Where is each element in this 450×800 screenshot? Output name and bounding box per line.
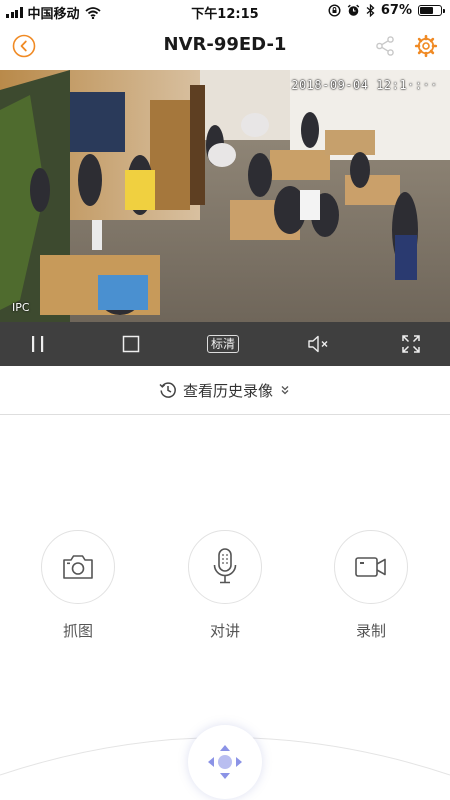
snapshot-label: 抓图 xyxy=(62,622,93,640)
battery-percent: 67% xyxy=(380,3,412,18)
gear-icon xyxy=(414,34,438,58)
fullscreen-button[interactable] xyxy=(399,332,423,356)
video-timestamp: 2018-09-04 12:1·:·· xyxy=(291,78,438,92)
record-button[interactable] xyxy=(334,530,408,604)
view-history-label: 查看历史录像 xyxy=(182,381,273,400)
mute-button[interactable] xyxy=(306,332,332,356)
channel-label: IPC xyxy=(12,301,30,314)
rotation-lock-icon xyxy=(328,4,341,17)
battery-level xyxy=(420,7,433,14)
alarm-icon xyxy=(347,4,360,16)
share-button[interactable] xyxy=(373,34,397,58)
video-camera-icon xyxy=(355,557,386,577)
snapshot-action[interactable]: 抓图 xyxy=(38,530,118,641)
status-right: 67% xyxy=(328,3,445,18)
fullscreen-icon xyxy=(402,335,420,353)
bluetooth-icon xyxy=(366,4,375,17)
mute-icon xyxy=(308,335,328,353)
intercom-label: 对讲 xyxy=(209,622,240,640)
double-chevron-down-icon xyxy=(281,386,289,395)
stop-button[interactable] xyxy=(119,332,143,356)
share-icon xyxy=(376,36,394,56)
pause-icon xyxy=(32,336,44,352)
view-history-button[interactable]: 查看历史录像 xyxy=(0,366,450,414)
playback-control-bar: 标清 xyxy=(0,322,450,366)
video-player[interactable]: 2018-09-04 12:1·:·· IPC xyxy=(0,70,450,322)
section-divider xyxy=(0,414,450,415)
intercom-button[interactable] xyxy=(188,530,262,604)
quality-button[interactable]: 标清 xyxy=(203,332,243,356)
quality-label: 标清 xyxy=(206,335,239,353)
clock-history-icon xyxy=(159,382,176,398)
microphone-icon xyxy=(213,548,237,584)
ptz-control-button[interactable] xyxy=(188,725,262,799)
pause-button[interactable] xyxy=(26,332,50,356)
stop-icon xyxy=(122,335,140,353)
intercom-action[interactable]: 对讲 xyxy=(185,530,265,641)
snapshot-button[interactable] xyxy=(41,530,115,604)
record-label: 录制 xyxy=(355,622,386,640)
camera-icon xyxy=(63,555,93,579)
settings-button[interactable] xyxy=(414,34,438,58)
camera-feed-image xyxy=(0,70,450,322)
record-action[interactable]: 录制 xyxy=(331,530,411,641)
status-bar: 中国移动 下午12:15 67% xyxy=(0,0,450,22)
battery-icon xyxy=(418,5,445,16)
nav-bar: NVR-99ED-1 xyxy=(0,22,450,70)
ptz-direction-icon xyxy=(208,745,242,779)
